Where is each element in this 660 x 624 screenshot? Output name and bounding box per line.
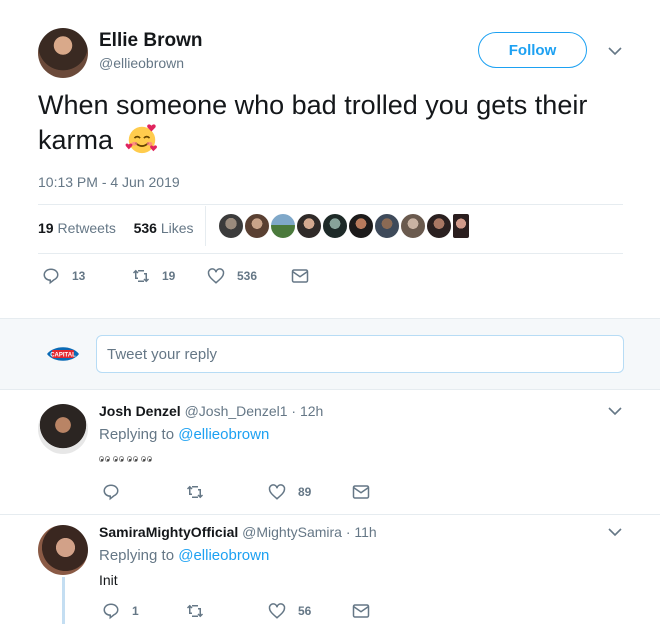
heart-icon <box>207 268 225 284</box>
replying-to: Replying to @ellieobrown <box>99 426 269 443</box>
eyes-emoji-row <box>99 456 155 462</box>
liker-avatar[interactable] <box>347 212 375 240</box>
svg-text:CAPITAL: CAPITAL <box>50 352 76 358</box>
divider <box>38 204 623 205</box>
reply-input[interactable] <box>96 335 624 373</box>
liker-avatar[interactable] <box>373 212 401 240</box>
like-action[interactable]: 89 <box>268 482 311 502</box>
reply-tweet: SamiraMightyOfficial @MightySamira · 11h… <box>0 515 660 624</box>
like-count: 56 <box>298 604 312 618</box>
retweet-icon <box>186 604 204 618</box>
follow-button[interactable]: Follow <box>478 32 587 68</box>
reply-icon <box>103 603 119 620</box>
heart-icon <box>268 484 286 500</box>
liker-avatar[interactable] <box>269 212 297 240</box>
reply-author-avatar[interactable] <box>38 525 88 575</box>
divider <box>38 253 623 254</box>
reply-author-name[interactable]: Josh Denzel <box>99 403 181 419</box>
replying-to: Replying to @ellieobrown <box>99 547 269 564</box>
eyes-icon <box>113 456 124 462</box>
reply-count: 13 <box>72 269 86 283</box>
smiling-face-with-hearts-icon <box>125 124 157 154</box>
retweet-count: 19 <box>162 269 176 283</box>
chevron-down-icon[interactable] <box>608 46 622 56</box>
retweet-action[interactable]: 19 <box>132 266 175 286</box>
reply-tweet: Josh Denzel @Josh_Denzel1 · 12h Replying… <box>0 390 660 514</box>
envelope-icon <box>291 269 309 283</box>
eyes-icon <box>99 456 110 462</box>
replying-to-handle[interactable]: @ellieobrown <box>178 547 269 564</box>
reply-text: Init <box>99 572 118 588</box>
retweet-icon <box>132 269 150 283</box>
chevron-down-icon[interactable] <box>608 527 622 537</box>
reply-author[interactable]: SamiraMightyOfficial @MightySamira · 11h <box>99 524 377 540</box>
replying-to-handle[interactable]: @ellieobrown <box>178 426 269 443</box>
liker-avatar[interactable] <box>399 212 427 240</box>
reply-icon <box>43 268 59 285</box>
likes-count[interactable]: 536 <box>134 220 157 236</box>
tweet-text-content: When someone who bad trolled you gets th… <box>38 90 588 155</box>
liker-avatar[interactable] <box>217 212 245 240</box>
liker-avatar[interactable] <box>243 212 271 240</box>
retweet-icon <box>186 485 204 499</box>
reply-actions: 1 56 <box>102 601 402 621</box>
author-avatar[interactable] <box>38 28 88 78</box>
tweet-actions: 13 19 536 <box>38 266 338 286</box>
like-action[interactable]: 536 <box>207 266 257 286</box>
tweet-stats: 19 Retweets 536 Likes <box>38 220 194 236</box>
reply-author-avatar[interactable] <box>38 404 88 454</box>
retweet-action[interactable] <box>186 482 204 502</box>
reply-icon <box>103 484 119 501</box>
reply-actions: 89 <box>102 482 402 502</box>
chevron-down-icon[interactable] <box>608 406 622 416</box>
reply-action[interactable] <box>102 482 120 502</box>
retweets-count[interactable]: 19 <box>38 220 54 236</box>
direct-message-action[interactable] <box>352 482 370 502</box>
reply-author-name[interactable]: SamiraMightyOfficial <box>99 524 238 540</box>
author-handle[interactable]: @ellieobrown <box>99 55 184 71</box>
tweet-text: When someone who bad trolled you gets th… <box>38 88 618 159</box>
reply-count: 1 <box>132 604 139 618</box>
liker-avatar[interactable] <box>451 212 471 240</box>
envelope-icon <box>352 485 370 499</box>
eyes-icon <box>141 456 152 462</box>
reply-composer: CAPITAL <box>0 318 660 390</box>
capital-fm-logo: CAPITAL <box>47 347 79 361</box>
likes-label[interactable]: Likes <box>161 220 194 236</box>
retweet-action[interactable] <box>186 601 204 621</box>
envelope-icon <box>352 604 370 618</box>
tweet-timestamp[interactable]: 10:13 PM - 4 Jun 2019 <box>38 174 180 190</box>
reply-author-handle[interactable]: @MightySamira · 11h <box>242 524 377 540</box>
direct-message-action[interactable] <box>352 601 370 621</box>
replying-to-prefix: Replying to <box>99 547 175 564</box>
heart-icon <box>268 603 286 619</box>
reply-author-handle[interactable]: @Josh_Denzel1 · 12h <box>185 403 324 419</box>
author-name[interactable]: Ellie Brown <box>99 30 202 52</box>
reply-action[interactable]: 1 <box>102 601 139 621</box>
liker-avatar[interactable] <box>295 212 323 240</box>
liker-avatar[interactable] <box>321 212 349 240</box>
direct-message-action[interactable] <box>291 266 309 286</box>
replying-to-prefix: Replying to <box>99 426 175 443</box>
main-tweet: Ellie Brown @ellieobrown Follow When som… <box>0 0 660 318</box>
liker-avatar[interactable] <box>425 212 453 240</box>
like-count: 89 <box>298 485 312 499</box>
like-count: 536 <box>237 269 258 283</box>
reply-author[interactable]: Josh Denzel @Josh_Denzel1 · 12h <box>99 403 323 419</box>
eyes-icon <box>127 456 138 462</box>
stats-separator <box>205 206 206 246</box>
retweets-label[interactable]: Retweets <box>57 220 115 236</box>
like-action[interactable]: 56 <box>268 601 311 621</box>
reply-action[interactable]: 13 <box>42 266 85 286</box>
thread-line <box>62 577 65 624</box>
